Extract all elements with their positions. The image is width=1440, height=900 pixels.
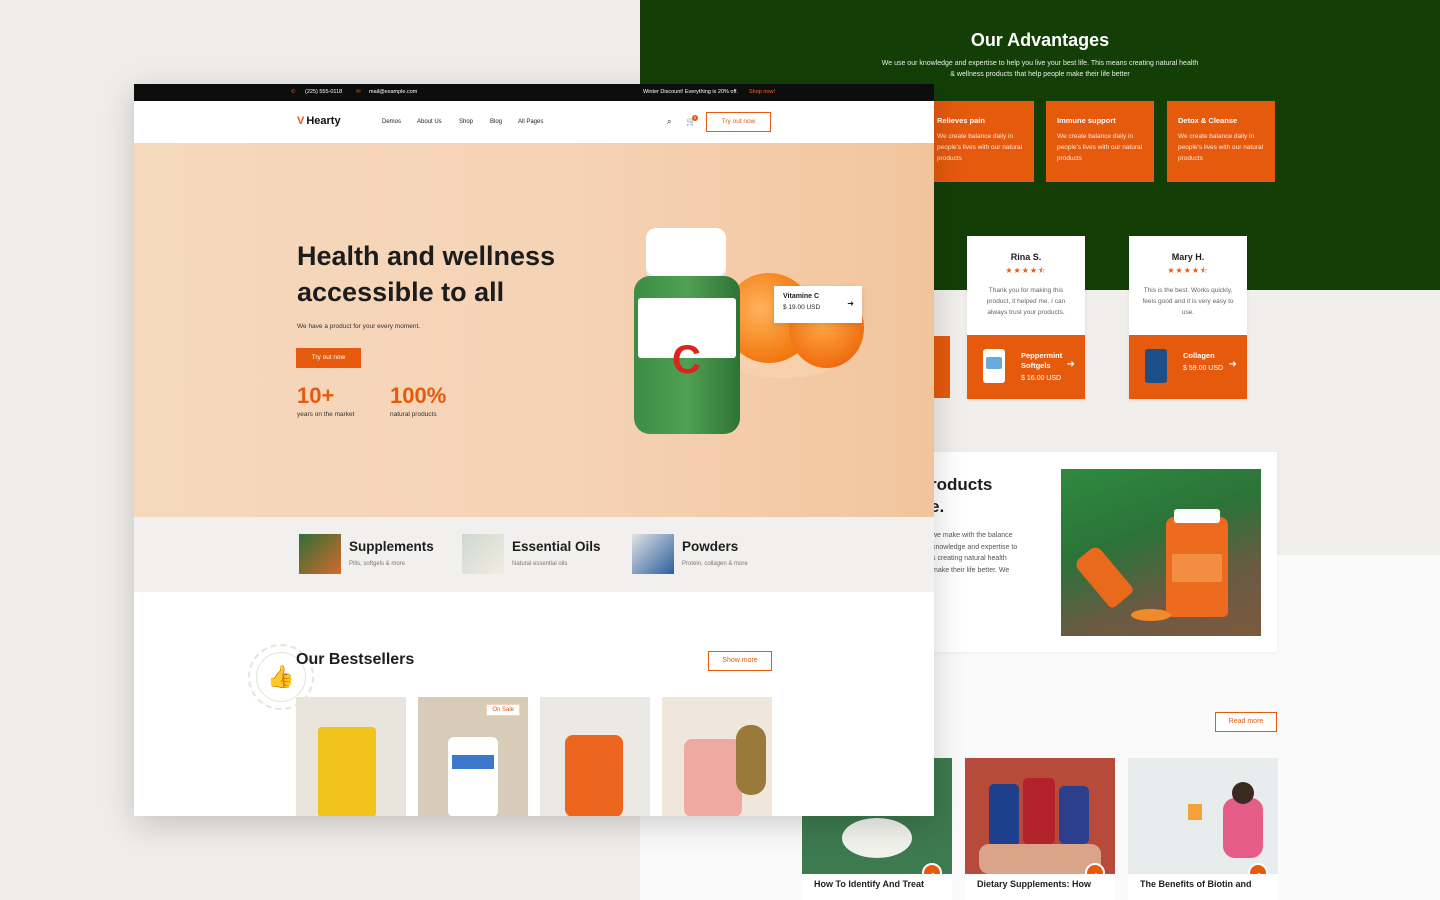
arrow-right-icon[interactable]: ➜ <box>847 299 854 308</box>
blog-title[interactable]: How To Identify And Treat <box>802 874 952 894</box>
logo[interactable]: V Hearty <box>297 115 341 127</box>
blog-card[interactable]: ➜ Dietary Supplements: How <box>965 758 1115 900</box>
search-icon[interactable]: ⌕ <box>667 117 671 127</box>
stat-value: 10+ <box>297 383 335 408</box>
category-name: Essential Oils <box>512 539 601 554</box>
product-card[interactable] <box>662 697 772 816</box>
advantages-title: Our Advantages <box>970 30 1110 50</box>
read-more-button[interactable]: Read more <box>1215 712 1277 732</box>
category-name: Powders <box>682 539 739 554</box>
top-bar: ✆ (225) 555-0118 ✉ mail@example.com Wint… <box>134 84 934 101</box>
stat-label: years on the market <box>297 411 355 418</box>
on-sale-badge: On Sale <box>486 704 520 716</box>
cart-count-badge: 0 <box>692 115 698 121</box>
advantage-card-immune-support: Immune support We create balance daily i… <box>1046 101 1154 182</box>
testimonial-product-link[interactable]: Peppermint Softgels $ 16.00 USD ➜ <box>967 335 1085 399</box>
bestsellers-title: Our Bestsellers <box>296 651 415 668</box>
testimonial-card-partial <box>934 336 950 398</box>
product-card[interactable] <box>296 697 406 816</box>
stat-years: 10+ years on the market <box>297 383 354 418</box>
hero-title: Health and wellness accessible to all <box>297 241 556 307</box>
hero-section: Health and wellness accessible to all We… <box>134 143 934 517</box>
arrow-right-icon: ➜ <box>1228 359 1237 370</box>
top-bar-email[interactable]: mail@example.com <box>369 89 417 95</box>
product-price: $ 16.00 USD <box>1021 375 1062 382</box>
main-nav: V Hearty Demos About Us Shop Blog All Pag… <box>134 101 934 143</box>
nav-item-shop[interactable]: Shop <box>459 119 473 125</box>
hero-subtitle: We have a product for your every moment. <box>297 323 421 330</box>
testimonial-card: Rina S. ★★★★⯪ Thank you for making this … <box>967 236 1085 399</box>
advantage-text: We create balance daily in people's live… <box>1057 133 1143 162</box>
featured-product-name: Vitamine C <box>783 293 820 300</box>
blog-image: ➜ <box>1128 758 1278 874</box>
top-bar-phone[interactable]: (225) 555-0118 <box>305 89 342 95</box>
product-photo-turmeric <box>1061 469 1261 636</box>
advantage-title: Immune support <box>1057 116 1116 125</box>
reviewer-name: Mary H. <box>1171 252 1205 262</box>
stat-value: 100% <box>390 383 447 408</box>
testimonial-product-link[interactable]: Collagen $ 59.00 USD ➜ <box>1129 335 1247 399</box>
stat-natural: 100% natural products <box>390 383 446 418</box>
stat-label: natural products <box>390 411 437 418</box>
blog-card[interactable]: ➜ The Benefits of Biotin and <box>1128 758 1278 900</box>
arrow-right-icon[interactable]: ➜ <box>1248 863 1268 874</box>
advantage-text: We create balance daily in people's live… <box>1178 133 1264 162</box>
product-card[interactable] <box>540 697 650 816</box>
arrow-right-icon[interactable]: ➜ <box>922 863 942 874</box>
homepage-preview: ✆ (225) 555-0118 ✉ mail@example.com Wint… <box>134 84 934 816</box>
testimonial-card: Mary H. ★★★★⯪ This is the best. Works qu… <box>1129 236 1247 399</box>
phone-icon: ✆ <box>291 89 296 95</box>
product-card[interactable]: On Sale <box>418 697 528 816</box>
product-thumbnail <box>1145 349 1167 383</box>
jar-brand-text: GranVita <box>644 314 715 333</box>
category-desc: Pills, softgels & more <box>349 561 406 567</box>
featured-product-card[interactable]: Vitamine C $ 19.00 USD ➜ <box>774 286 862 323</box>
review-text: This is the best. Works quickly, feels g… <box>1142 287 1234 316</box>
product-price: $ 59.00 USD <box>1183 365 1224 372</box>
blog-image: ➜ <box>965 758 1115 874</box>
jar-letter-text: C <box>672 338 701 382</box>
category-thumbnail <box>299 534 341 574</box>
hero-cta-button[interactable]: Try out now <box>296 348 361 368</box>
show-more-button[interactable]: Show more <box>708 651 772 671</box>
nav-item-blog[interactable]: Blog <box>490 119 502 125</box>
nav-item-about-us[interactable]: About Us <box>417 119 442 125</box>
product-thumbnail <box>983 349 1005 383</box>
advantage-text: We create balance daily in people's live… <box>937 133 1023 162</box>
category-name: Supplements <box>349 539 434 554</box>
blog-title[interactable]: Dietary Supplements: How <box>965 874 1115 894</box>
promo-link[interactable]: Shop now! <box>749 89 775 95</box>
advantages-subtitle: We use our knowledge and expertise to he… <box>881 60 1199 78</box>
category-thumbnail <box>632 534 674 574</box>
advantage-card-detox-cleanse: Detox & Cleanse We create balance daily … <box>1167 101 1275 182</box>
logo-text: Hearty <box>306 115 341 127</box>
products-title: roducts e. <box>930 475 993 516</box>
advantage-title: Detox & Cleanse <box>1178 116 1238 125</box>
nav-item-demos[interactable]: Demos <box>382 119 401 125</box>
category-thumbnail <box>462 534 504 574</box>
arrow-right-icon[interactable]: ➜ <box>1085 863 1105 874</box>
nav-item-all-pages[interactable]: All Pages <box>518 119 543 125</box>
review-text: Thank you for making this product, it he… <box>986 287 1066 316</box>
reviewer-name: Rina S. <box>1010 252 1042 262</box>
category-desc: Natural essential oils <box>512 561 568 567</box>
products-text: we make with the balance knowledge and e… <box>932 532 1018 574</box>
mail-icon: ✉ <box>356 89 361 95</box>
promo-text: Winter Discount! Everything is 20% off. <box>643 89 738 95</box>
try-out-now-button[interactable]: Try out now <box>706 112 771 132</box>
rating-stars-icon: ★★★★⯪ <box>1005 266 1047 275</box>
featured-product-price: $ 19.00 USD <box>783 304 821 311</box>
category-desc: Protein, collagen & more <box>682 561 748 567</box>
logo-icon: V <box>297 115 305 127</box>
blog-title[interactable]: The Benefits of Biotin and <box>1128 874 1278 894</box>
categories-bar: Supplements Pills, softgels & more Essen… <box>134 517 934 592</box>
arrow-right-icon: ➜ <box>1066 359 1075 370</box>
advantage-title: Relieves pain <box>937 116 985 125</box>
product-jar-image: GranVita C <box>634 228 740 438</box>
advantage-card-relieves-pain: Relieves pain We create balance daily in… <box>926 101 1034 182</box>
rating-stars-icon: ★★★★⯪ <box>1167 266 1209 275</box>
